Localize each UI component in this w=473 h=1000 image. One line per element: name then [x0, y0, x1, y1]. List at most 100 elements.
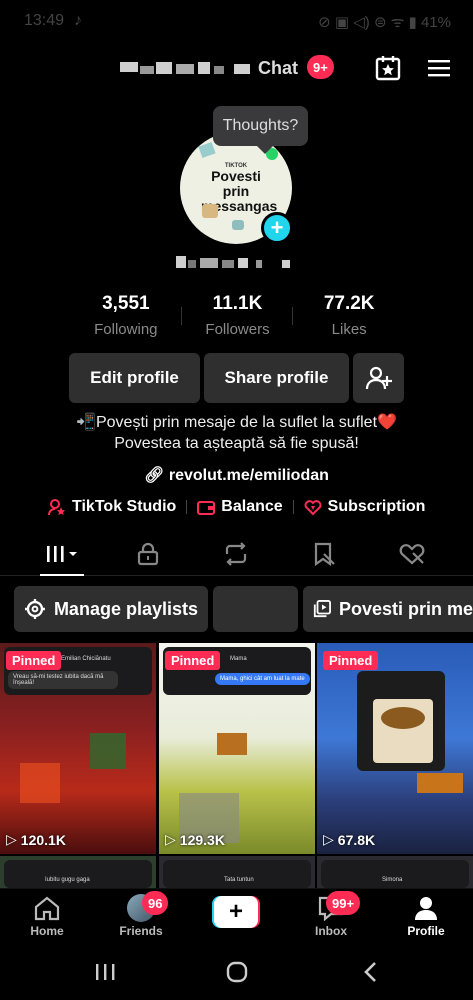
- pinned-badge: Pinned: [323, 651, 379, 670]
- balance-button[interactable]: Balance: [197, 498, 283, 516]
- gear-icon: [24, 599, 45, 619]
- nav-label: Home: [30, 924, 64, 938]
- home-nav-icon[interactable]: [222, 958, 252, 986]
- stat-value: 77.2K: [323, 293, 375, 314]
- nav-friends[interactable]: Friends: [94, 889, 188, 945]
- video-thumbnail[interactable]: Emilian Chiciănatu Vreau să-mi testez iu…: [0, 643, 156, 854]
- back-icon[interactable]: [356, 958, 386, 986]
- manage-playlists-label: Manage playlists: [53, 598, 198, 619]
- chat-message: Mama, ghici cât am luat la mate: [215, 673, 310, 685]
- chest-block: [217, 733, 247, 755]
- home-icon: [34, 896, 60, 921]
- nav-label: Inbox: [315, 924, 347, 938]
- subscription-button[interactable]: Subscription: [304, 498, 425, 516]
- stat-value: 11.1K: [212, 293, 263, 314]
- tiktok-studio-button[interactable]: TikTok Studio: [48, 498, 176, 516]
- profile-icon: [415, 897, 437, 920]
- signal-icon: ⊘ ▣ ◁) ⊜ ᯤ ▮: [318, 14, 421, 31]
- view-count-value: 120.1K: [20, 831, 66, 848]
- system-nav: [0, 944, 473, 1000]
- grid-icon: [47, 546, 77, 562]
- bio-link[interactable]: 🔗︎ revolut.me/emiliodan: [0, 465, 473, 485]
- profile-stats: 3,551 Following 11.1K Followers 77.2K Li…: [70, 293, 405, 343]
- friends-badge: 96: [142, 891, 169, 915]
- stat-label: Following: [94, 321, 158, 338]
- view-count-value: 67.8K: [337, 831, 376, 848]
- bio-link-text: revolut.me/emiliodan: [168, 467, 329, 484]
- tab-private[interactable]: [108, 532, 188, 576]
- coffee: [381, 707, 425, 729]
- heart-hidden-icon: [399, 544, 425, 565]
- video-thumbnail[interactable]: Pinned ▷ 67.8K: [317, 643, 473, 854]
- play-icon: ▷: [323, 831, 334, 847]
- tab-videos[interactable]: [22, 532, 102, 576]
- nav-home[interactable]: Home: [0, 889, 94, 945]
- stat-label: Likes: [331, 321, 367, 338]
- thoughts-bubble[interactable]: Thoughts?: [213, 106, 308, 154]
- status-bar: 13:49 ♪ ⊘ ▣ ◁) ⊜ ᯤ ▮ 41%: [0, 0, 473, 44]
- block: [90, 733, 126, 769]
- view-count: ▷ 67.8K: [323, 831, 375, 848]
- sticker: [232, 220, 244, 230]
- bookmark-hidden-icon: [314, 542, 335, 566]
- view-count: ▷ 120.1K: [6, 831, 66, 848]
- tiktok-notif-icon: ♪: [74, 12, 82, 29]
- add-friend-button[interactable]: [353, 353, 404, 403]
- plus-icon: +: [214, 896, 258, 928]
- nav-profile[interactable]: Profile: [379, 889, 473, 945]
- studio-icon: [48, 499, 65, 516]
- sticker: [202, 204, 218, 218]
- link-icon: 🔗︎: [144, 467, 165, 484]
- lock-icon: [137, 542, 159, 566]
- block: [417, 773, 463, 793]
- inbox-badge: 99+: [326, 891, 361, 915]
- video-thumbnail[interactable]: Iubitu gugu gaga: [0, 856, 156, 888]
- recent-apps-icon[interactable]: [90, 958, 120, 986]
- wallet-icon: [197, 501, 216, 515]
- repost-icon: [225, 542, 247, 566]
- stat-likes[interactable]: 77.2K Likes: [293, 293, 405, 343]
- add-story-button[interactable]: +: [261, 212, 293, 244]
- video-thumbnail[interactable]: Mama Mama, ghici cât am luat la mate Pin…: [159, 643, 315, 854]
- edit-profile-button[interactable]: Edit profile: [69, 353, 200, 403]
- status-time: 13:49: [24, 12, 65, 29]
- profile-bio: 📲Povești prin mesaje de la suflet la suf…: [0, 412, 473, 454]
- subscription-icon: [304, 500, 322, 516]
- create-button: +: [212, 896, 260, 928]
- status-icons: ⊘ ▣ ◁) ⊜ ᯤ ▮ 41%: [318, 12, 451, 32]
- username-partial: Chat: [258, 58, 298, 78]
- playlist-chip[interactable]: Povesti prin me: [303, 586, 473, 632]
- view-count: ▷ 129.3K: [165, 831, 225, 848]
- stat-value: 3,551: [102, 293, 150, 314]
- share-profile-button[interactable]: Share profile: [204, 353, 349, 403]
- video-thumbnail[interactable]: Tata tuntun: [159, 856, 315, 888]
- stat-followers[interactable]: 11.1K Followers: [182, 293, 294, 343]
- pinned-badge: Pinned: [6, 651, 62, 670]
- nav-label: Friends: [119, 924, 163, 938]
- video-thumbnail[interactable]: Simona: [317, 856, 473, 888]
- playlist-icon: [313, 600, 331, 618]
- menu-icon[interactable]: [424, 54, 454, 82]
- playlist-label: Povesti prin me: [338, 598, 473, 619]
- lava-block: [20, 763, 60, 803]
- chat-message: Iubitu gugu gaga: [45, 877, 90, 883]
- tab-favorites[interactable]: [284, 532, 364, 576]
- playlist-chip-hidden[interactable]: [213, 586, 298, 632]
- tool-label: TikTok Studio: [72, 498, 177, 515]
- tab-reposts[interactable]: [196, 532, 276, 576]
- chat-contact: Mama: [230, 656, 247, 662]
- divider: [186, 500, 188, 514]
- view-count-value: 129.3K: [179, 831, 225, 848]
- divider: [181, 307, 182, 325]
- manage-playlists-button[interactable]: Manage playlists: [14, 586, 208, 632]
- tab-liked[interactable]: [372, 532, 452, 576]
- chat-contact: Tata tuntun: [224, 877, 254, 883]
- stat-following[interactable]: 3,551 Following: [70, 293, 182, 343]
- calendar-star-icon[interactable]: [373, 54, 403, 82]
- nav-create[interactable]: +: [189, 889, 283, 945]
- divider: [292, 500, 294, 514]
- add-user-icon: [365, 366, 392, 390]
- profile-username-header[interactable]: Chat: [120, 58, 320, 80]
- divider: [292, 307, 293, 325]
- pinned-badge: Pinned: [165, 651, 221, 670]
